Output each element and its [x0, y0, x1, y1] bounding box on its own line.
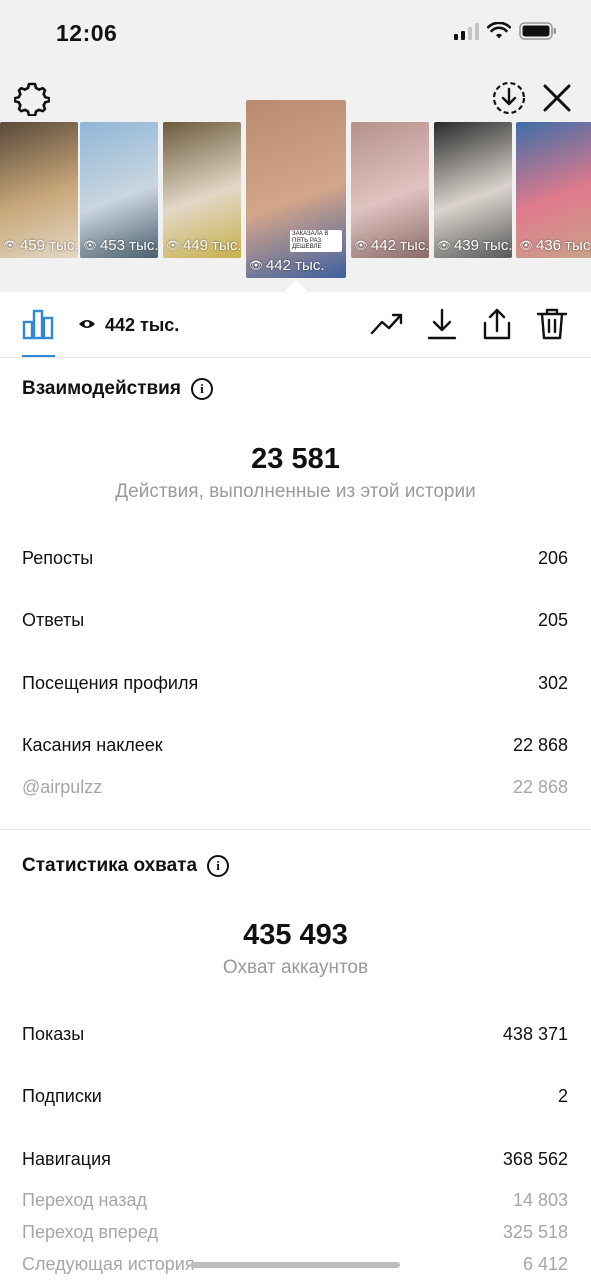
stories-strip: 👁 459 тыс. 👁 453 тыс. 👁 449 тыс. ЗАКАЗАЛА В ПЯ…: [0, 100, 591, 280]
metric-label: Навигация: [22, 1149, 111, 1169]
metric-label[interactable]: Посещения профиля: [22, 673, 198, 694]
eye-icon: 👁: [83, 240, 97, 252]
views-count: 442 тыс.: [105, 315, 180, 335]
status-icons: [454, 22, 557, 40]
stats-tab-icon[interactable]: [22, 308, 54, 340]
metric-value: 368 562: [502, 1149, 568, 1169]
story-thumbnail[interactable]: 👁 442 тыс.: [351, 122, 429, 258]
cellular-signal-icon: [454, 22, 479, 40]
metric-label: Подписки: [22, 1086, 102, 1106]
interactions-title: Взаимодействия i: [22, 378, 213, 400]
metric-row: Ответы 205: [22, 610, 568, 631]
eye-icon: 👁: [166, 240, 180, 252]
wifi-icon: [487, 22, 511, 39]
metric-value: 6 412: [522, 1254, 568, 1274]
eye-icon: 👁: [249, 260, 263, 272]
story-views-count: 459 тыс.: [19, 237, 78, 254]
metric-value: 325 518: [502, 1222, 568, 1242]
metric-row: Касания наклеек 22 868: [22, 735, 568, 756]
story-views: 👁 442 тыс.: [354, 237, 429, 254]
eye-icon: 👁: [354, 240, 368, 252]
reach-title-text: Статистика охвата: [22, 855, 198, 876]
metric-subrow: Переход вперед 325 518: [22, 1222, 568, 1243]
metric-row: Подписки 2: [22, 1086, 568, 1107]
story-views: 👁 449 тыс.: [166, 237, 241, 254]
metric-label: Репосты: [22, 548, 94, 568]
metric-value: 2: [557, 1086, 568, 1106]
story-views: 👁 439 тыс.: [437, 237, 512, 254]
story-views-count: 449 тыс.: [182, 237, 241, 254]
story-caption: ЗАКАЗАЛА В ПЯТЬ РАЗ ДЕШЕВЛЕ: [290, 230, 342, 252]
status-time: 12:06: [56, 20, 118, 46]
metric-value: 438 371: [502, 1024, 568, 1044]
metric-label: Ответы: [22, 610, 85, 630]
metric-value: 302: [537, 673, 568, 693]
story-views-count: 442 тыс.: [370, 237, 429, 254]
section-divider: [0, 829, 591, 830]
reach-total-label: Охват аккаунтов: [222, 957, 369, 978]
metric-row: Посещения профиля 302: [22, 673, 568, 694]
info-icon[interactable]: i: [190, 378, 213, 400]
interactions-total: 23 581: [251, 443, 340, 475]
stories-header-area: 12:06 👁 459 тыс. 👁 453 тыс. 👁 449 тыс. ЗА: [0, 0, 591, 292]
eye-icon: 👁: [3, 240, 17, 252]
metric-label: Переход вперед: [22, 1222, 158, 1242]
reach-total: 435 493: [243, 919, 348, 951]
metric-row: Навигация 368 562: [22, 1149, 568, 1170]
story-thumbnail[interactable]: 👁 459 тыс.: [0, 122, 78, 258]
story-thumbnail[interactable]: 👁 436 тыс.: [516, 122, 591, 258]
home-indicator: [190, 1262, 400, 1268]
status-bar: 12:06: [0, 0, 591, 68]
download-icon[interactable]: [425, 307, 459, 341]
share-icon[interactable]: [480, 307, 514, 341]
stats-tab-underline: [22, 355, 55, 357]
metric-value: 22 868: [512, 777, 568, 797]
metric-row: Репосты 206: [22, 548, 568, 569]
interactions-total-label: Действия, выполненные из этой истории: [115, 481, 476, 502]
metric-label: Показы: [22, 1024, 85, 1044]
eye-icon: [79, 320, 95, 328]
story-thumbnail[interactable]: 👁 449 тыс.: [163, 122, 241, 258]
story-views-count: 453 тыс.: [99, 237, 158, 254]
metric-label: Следующая история: [22, 1254, 195, 1274]
trending-icon[interactable]: [370, 307, 404, 341]
story-views-count: 442 тыс.: [265, 257, 325, 274]
sticker-mention-link[interactable]: @airpulzz: [22, 777, 102, 798]
story-views-count: 436 тыс.: [535, 237, 591, 254]
story-views-count: 439 тыс.: [453, 237, 512, 254]
interactions-title-text: Взаимодействия: [22, 378, 181, 399]
eye-icon: 👁: [437, 240, 451, 252]
metric-value: 205: [537, 610, 568, 630]
battery-icon: [519, 22, 556, 40]
story-views: 👁 459 тыс.: [3, 237, 78, 254]
metric-value: 22 868: [512, 735, 568, 755]
insights-toolbar: 442 тыс.: [0, 292, 591, 358]
story-views: 👁 453 тыс.: [83, 237, 158, 254]
metric-subrow: Переход назад 14 803: [22, 1190, 568, 1211]
reach-title: Статистика охвата i: [22, 855, 230, 877]
active-story-pointer: [284, 280, 308, 292]
metric-label: Переход назад: [22, 1190, 148, 1210]
info-icon[interactable]: i: [207, 855, 230, 877]
metric-subrow: @airpulzz 22 868: [22, 777, 568, 798]
story-views: 👁 436 тыс.: [519, 237, 591, 254]
metric-row: Показы 438 371: [22, 1024, 568, 1045]
story-thumbnail-active[interactable]: ЗАКАЗАЛА В ПЯТЬ РАЗ ДЕШЕВЛЕ 👁 442 тыс.: [246, 100, 346, 278]
metric-value: 206: [537, 548, 568, 568]
eye-icon: 👁: [519, 240, 533, 252]
story-views: 👁 442 тыс.: [249, 257, 324, 274]
story-thumbnail[interactable]: 👁 439 тыс.: [434, 122, 512, 258]
trash-icon[interactable]: [535, 307, 569, 341]
story-thumbnail[interactable]: 👁 453 тыс.: [80, 122, 158, 258]
metric-value: 14 803: [512, 1190, 568, 1210]
metric-label: Касания наклеек: [22, 735, 163, 755]
